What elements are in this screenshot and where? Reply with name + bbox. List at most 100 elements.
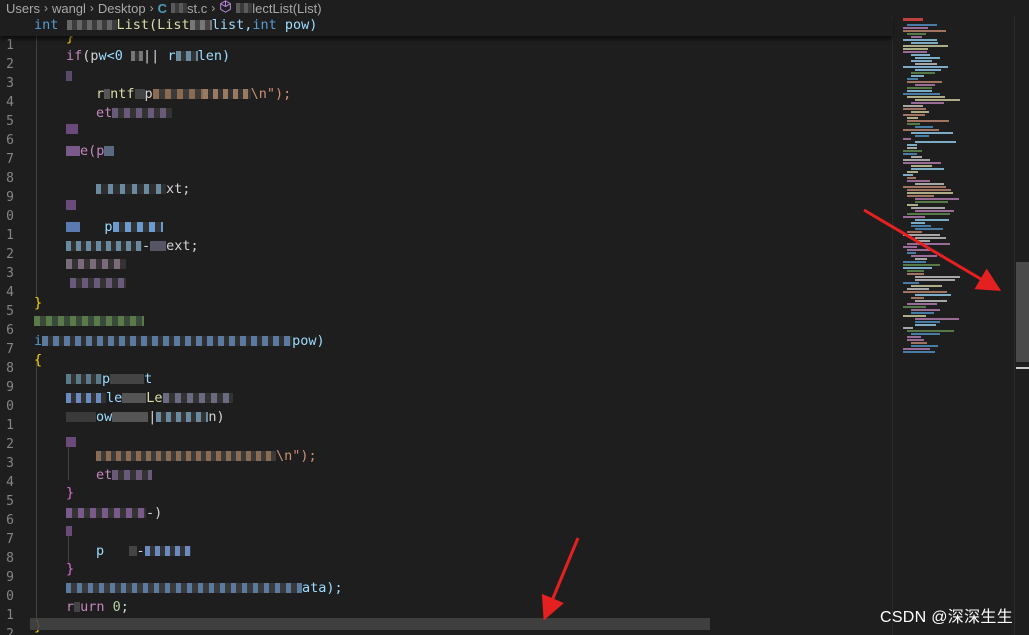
pixelated-region (162, 393, 233, 403)
code-line: { (34, 352, 43, 368)
line-number: 2 (6, 627, 14, 635)
pixelated-region (66, 241, 142, 251)
scrollbar-position-marker (1016, 367, 1029, 369)
code-line: p (66, 218, 163, 237)
minimap-line (903, 150, 922, 152)
line-number: 1 (6, 608, 14, 623)
pixelated-region (189, 20, 212, 30)
chevron-right-icon: › (43, 1, 48, 15)
line-number: 2 (6, 247, 14, 262)
pixelated-region (66, 583, 302, 593)
indent-guide (36, 360, 37, 622)
breadcrumb-item-symbol[interactable]: lectList(List) (252, 1, 321, 16)
minimap-line (915, 183, 944, 185)
minimap-line (903, 174, 913, 176)
pixelated-region (112, 222, 163, 232)
line-number: 6 (6, 513, 14, 528)
minimap-line (903, 246, 917, 248)
code-line: ata); (66, 579, 343, 598)
line-number: 2 (6, 57, 14, 72)
minimap-line (915, 210, 954, 212)
line-number: 0 (6, 209, 14, 224)
minimap-line (907, 180, 930, 182)
minimap-line (911, 36, 922, 38)
minimap-line (915, 300, 947, 302)
minimap-line (915, 318, 959, 320)
minimap-line (911, 255, 937, 257)
minimap-line (915, 63, 937, 65)
minimap-line (915, 294, 951, 296)
minimap-line (907, 171, 918, 173)
minimap-line (903, 45, 948, 47)
minimap-line (911, 156, 922, 158)
pixelated-region (42, 336, 293, 346)
line-number: 5 (6, 494, 14, 509)
watermark: CSDN @深深生生 (879, 609, 1013, 626)
pixelated-region (70, 278, 126, 288)
minimap-line (911, 207, 945, 209)
code-line: xt; (96, 180, 190, 199)
chevron-right-icon: › (211, 1, 216, 15)
minimap-line (903, 39, 937, 41)
minimap-line (911, 345, 938, 347)
pixelated-region (131, 51, 144, 61)
minimap-line (903, 306, 926, 308)
code-editor[interactable]: } if(pw<0 || r len) r ntf p \n"); et e(p xt;… (30, 0, 892, 635)
minimap-line (911, 75, 924, 77)
pixelated-region (66, 437, 76, 447)
breadcrumb: Users › wangl › Desktop › C st.c › lectL… (0, 0, 1029, 16)
minimap-line (915, 201, 948, 203)
minimap-line (903, 261, 926, 263)
line-number: 6 (6, 133, 14, 148)
minimap-line (903, 48, 928, 50)
minimap-line (907, 147, 917, 149)
minimap-line (903, 138, 911, 140)
code-line: et (96, 466, 153, 485)
line-number: 4 (6, 285, 14, 300)
scrollbar-thumb[interactable] (1016, 262, 1029, 362)
minimap-line (907, 144, 917, 146)
minimap-line (911, 72, 935, 74)
line-number: 0 (6, 589, 14, 604)
breadcrumb-item-file[interactable]: st.c (187, 1, 207, 16)
line-number: 8 (6, 171, 14, 186)
vertical-scrollbar[interactable] (1014, 16, 1029, 635)
minimap-line (911, 42, 938, 44)
breadcrumb-item-users[interactable]: Users (6, 1, 40, 16)
pixelated-region (66, 259, 126, 269)
code-line: i pow) (34, 333, 325, 349)
pixelated-region (156, 412, 209, 422)
breadcrumb-item-user[interactable]: wangl (52, 1, 86, 16)
line-number: 8 (6, 551, 14, 566)
minimap-line (915, 69, 941, 71)
line-number: 1 (6, 38, 14, 53)
code-line: if(pw<0 || r len) (66, 48, 231, 64)
minimap-line (915, 279, 955, 281)
minimap-line (907, 96, 945, 98)
minimap-line (903, 51, 927, 53)
breadcrumb-item-desktop[interactable]: Desktop (98, 1, 146, 16)
minimap-line (903, 105, 923, 107)
minimap-line (907, 213, 950, 215)
minimap-line (903, 351, 935, 353)
minimap-line (903, 108, 926, 110)
minimap-line (915, 84, 935, 86)
horizontal-scrollbar[interactable] (30, 618, 710, 630)
minimap-line (907, 120, 949, 122)
minimap-line (907, 189, 951, 191)
minimap-line (903, 282, 919, 284)
minimap[interactable] (892, 16, 1014, 635)
minimap-line (907, 192, 953, 194)
line-number-gutter[interactable]: 112345678901234567890123456789012 (0, 0, 28, 635)
minimap-line (911, 333, 940, 335)
pixelated-region (236, 3, 253, 13)
minimap-line (915, 57, 940, 59)
minimap-line (907, 330, 954, 332)
pixelated-region (112, 108, 173, 118)
minimap-line (903, 216, 925, 218)
code-line: } (66, 561, 75, 577)
line-number: 6 (6, 323, 14, 338)
minimap-line (907, 336, 921, 338)
minimap-line (903, 93, 940, 95)
sticky-scroll-header[interactable]: int List(List list,int pow) (0, 16, 892, 36)
